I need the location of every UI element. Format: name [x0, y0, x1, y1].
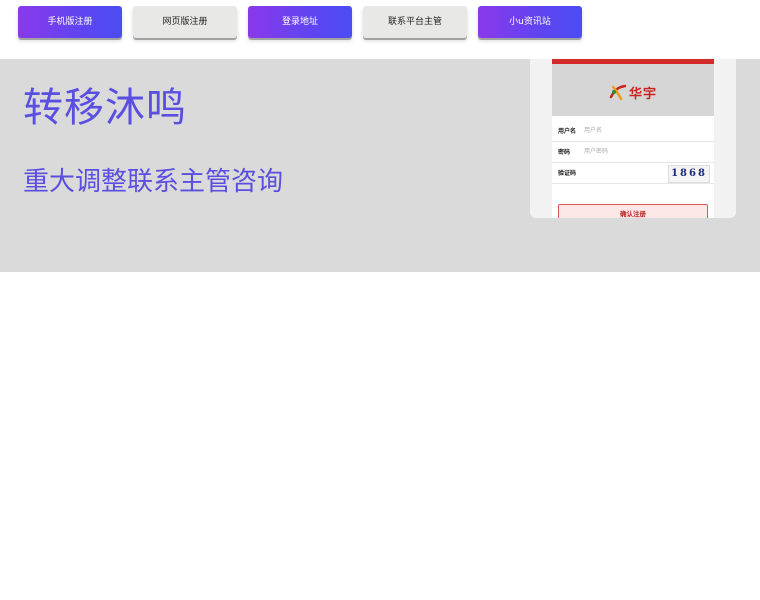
- phone-header: 华宇: [552, 64, 714, 116]
- brand-logo-icon: [609, 83, 627, 101]
- captcha-image[interactable]: 1868: [668, 165, 710, 183]
- nav-button-contact-manager[interactable]: 联系平台主管: [363, 6, 467, 38]
- password-row: 密码: [552, 141, 714, 163]
- hero-title: 转移沐鸣: [23, 85, 187, 131]
- username-input[interactable]: [584, 123, 664, 137]
- brand-name: 华宇: [629, 86, 658, 102]
- register-form: 用户名 密码 验证码 1868 确认注册: [552, 116, 714, 218]
- phone-mockup: 华宇 用户名 密码 验证码 1868 确认注册: [530, 59, 736, 218]
- nav-button-news-site[interactable]: 小u资讯站: [478, 6, 582, 38]
- username-label: 用户名: [558, 128, 577, 135]
- username-row: 用户名: [552, 120, 714, 142]
- top-navigation: 手机版注册 网页版注册 登录地址 联系平台主管 小u资讯站: [0, 0, 760, 59]
- hero-subtitle: 重大调整联系主管咨询: [23, 167, 284, 197]
- confirm-register-button[interactable]: 确认注册: [558, 204, 708, 218]
- nav-button-web-register[interactable]: 网页版注册: [133, 6, 237, 38]
- password-label: 密码: [558, 149, 571, 156]
- nav-button-mobile-register[interactable]: 手机版注册: [18, 6, 122, 38]
- captcha-label: 验证码: [558, 170, 577, 177]
- nav-button-login-address[interactable]: 登录地址: [248, 6, 352, 38]
- password-input[interactable]: [584, 144, 664, 158]
- hero-section: 转移沐鸣 重大调整联系主管咨询 华宇 用户名 用户名 密码 验证码 1868 确…: [0, 59, 760, 272]
- phone-screen: 华宇 用户名 密码 验证码 1868 确认注册: [552, 59, 714, 218]
- brand-logo: 华宇: [609, 82, 657, 102]
- captcha-row: 验证码 1868: [552, 162, 714, 184]
